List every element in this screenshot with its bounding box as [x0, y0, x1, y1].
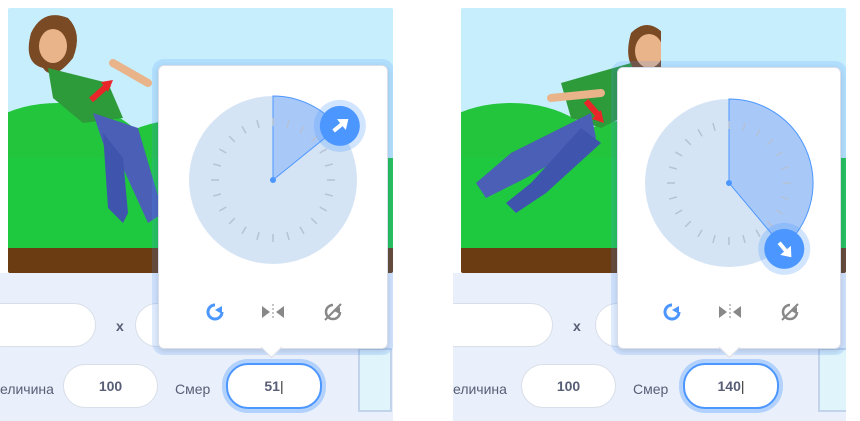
all-around-rotation-icon[interactable]	[658, 298, 686, 326]
size-input[interactable]: 100	[521, 364, 616, 408]
sprite-editor-panel-2: x еличина 100 Смер 140 |	[453, 0, 846, 421]
dial-center	[726, 180, 732, 186]
direction-value: 140	[717, 378, 741, 394]
size-label: еличина	[453, 381, 507, 397]
all-around-rotation-icon[interactable]	[201, 298, 229, 326]
sprite-editor-panel-1: x еличина 100 Смер 51 |	[0, 0, 393, 421]
direction-label: Смер	[633, 381, 669, 397]
sprite-thumbnail[interactable]	[358, 348, 392, 412]
direction-popover	[617, 67, 841, 359]
sprite-thumbnail[interactable]	[818, 348, 846, 412]
direction-input[interactable]: 140 |	[683, 363, 779, 409]
dont-rotate-icon[interactable]	[776, 298, 804, 326]
direction-value: 51	[264, 378, 280, 394]
dial-center	[270, 177, 276, 183]
direction-input[interactable]: 51 |	[226, 363, 322, 409]
direction-label: Смер	[175, 381, 211, 397]
x-label: x	[573, 318, 581, 334]
direction-popover	[158, 65, 388, 359]
left-right-flip-icon[interactable]	[716, 298, 744, 326]
direction-dial[interactable]	[159, 66, 387, 296]
size-input[interactable]: 100	[63, 364, 158, 408]
x-label: x	[116, 318, 124, 334]
dont-rotate-icon[interactable]	[319, 298, 347, 326]
left-right-flip-icon[interactable]	[259, 298, 287, 326]
direction-dial[interactable]	[618, 68, 840, 298]
sprite-name-input[interactable]	[0, 303, 96, 347]
size-label: еличина	[0, 381, 54, 397]
sprite-name-input[interactable]	[453, 303, 553, 347]
